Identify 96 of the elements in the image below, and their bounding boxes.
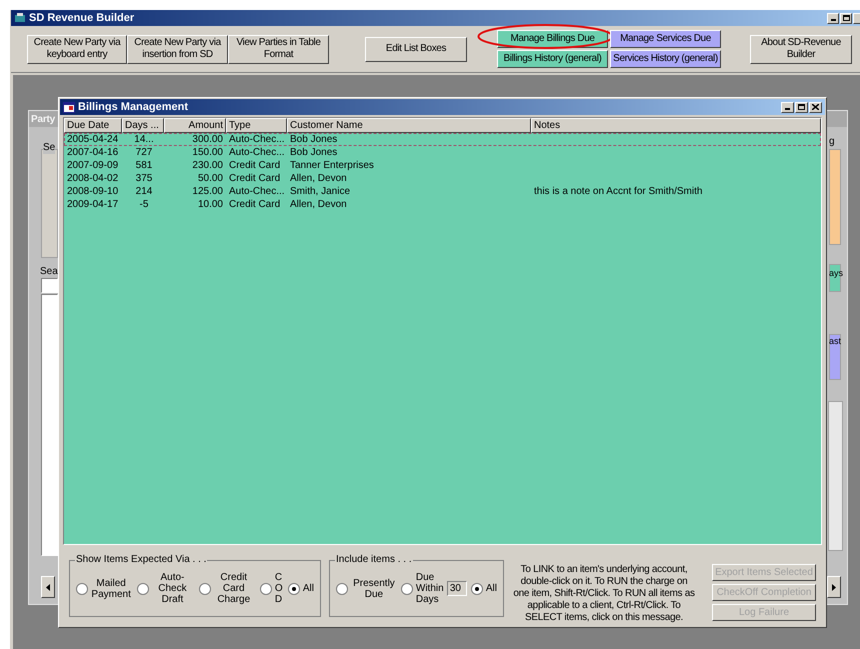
table-cell: 2007-09-09 bbox=[67, 160, 118, 171]
table-row[interactable]: 2008-09-10 214 125.00 Auto-Chec... Smith, Janice this is a note on Accnt for Smith/Smith bbox=[64, 185, 821, 198]
side-panel bbox=[829, 334, 841, 380]
toolbar-button[interactable]: Manage Billings Due bbox=[497, 30, 608, 48]
toolbar-button[interactable]: View Parties in Table Format bbox=[228, 34, 329, 64]
search-label: Sea bbox=[40, 265, 58, 279]
toolbar-button[interactable]: Billings History (general) bbox=[497, 50, 608, 68]
column-header[interactable]: Customer Name bbox=[287, 118, 531, 133]
side-panel bbox=[829, 264, 841, 292]
column-header[interactable]: Type bbox=[226, 118, 287, 133]
minimize-button[interactable] bbox=[827, 12, 839, 24]
table-cell: 230.00 bbox=[192, 160, 223, 171]
minimize-button[interactable] bbox=[781, 102, 794, 112]
panel-label: ays bbox=[829, 268, 844, 279]
table-cell: Smith, Janice bbox=[290, 186, 350, 197]
radio-label: Days bbox=[416, 594, 440, 605]
window-title: SD Revenue Builder bbox=[29, 10, 134, 26]
radio-button[interactable] bbox=[288, 582, 300, 594]
table-cell: Allen, Devon bbox=[290, 199, 347, 210]
toolbar-button[interactable]: Edit List Boxes bbox=[365, 36, 467, 62]
column-header[interactable]: Notes bbox=[531, 118, 821, 133]
column-header[interactable]: Amount bbox=[164, 118, 226, 133]
radio-label: C O D bbox=[274, 572, 282, 605]
table-cell: Auto-Chec... bbox=[229, 147, 285, 158]
table-cell: 727 bbox=[136, 147, 152, 158]
table-row[interactable]: 2007-09-09 581 230.00 Credit Card Tanner Enterprises bbox=[64, 159, 821, 172]
toolbar-button[interactable]: Create New Party via keyboard entry bbox=[27, 34, 127, 64]
table-cell: Allen, Devon bbox=[290, 173, 347, 184]
radio-label: All bbox=[302, 583, 314, 594]
radio-label: Due Within bbox=[416, 572, 444, 594]
table-cell: 214 bbox=[136, 186, 152, 197]
vertical-scrollbar[interactable] bbox=[828, 401, 843, 551]
table-cell: Bob Jones bbox=[290, 147, 338, 158]
radio-button[interactable] bbox=[76, 582, 88, 594]
toolbar-button[interactable]: About SD-Revenue Builder bbox=[750, 34, 852, 64]
radio-button[interactable] bbox=[137, 582, 150, 594]
table-row[interactable]: 2008-04-02 375 50.00 Credit Card Allen, Devon bbox=[64, 172, 821, 185]
group-label: Se bbox=[43, 142, 56, 154]
panel-label: ast bbox=[829, 336, 842, 347]
maximize-button[interactable] bbox=[840, 12, 852, 24]
table-row[interactable]: 2005-04-24 14... 300.00 Auto-Chec... Bob Jones bbox=[64, 133, 821, 146]
table-cell: -5 bbox=[140, 199, 148, 210]
close-icon bbox=[812, 104, 819, 110]
table-cell: Credit Card bbox=[229, 173, 280, 184]
table-cell: Credit Card bbox=[229, 199, 280, 210]
list-box[interactable] bbox=[41, 294, 58, 556]
table-cell: Auto-Chec... bbox=[229, 134, 285, 145]
group-label: g bbox=[829, 136, 835, 148]
table-cell: 300.00 bbox=[192, 134, 223, 145]
radio-button[interactable] bbox=[400, 582, 413, 594]
window-title: Billings Management bbox=[78, 100, 188, 115]
radio-button[interactable] bbox=[336, 582, 348, 594]
app-icon bbox=[14, 12, 26, 24]
right-arrow-icon bbox=[832, 584, 836, 590]
search-field[interactable] bbox=[41, 278, 58, 293]
table-cell: 2008-04-02 bbox=[67, 173, 118, 184]
radio-label: All bbox=[486, 583, 497, 594]
maximize-button[interactable] bbox=[795, 102, 808, 112]
table-cell: 375 bbox=[136, 173, 152, 184]
table-cell: Tanner Enterprises bbox=[290, 160, 374, 171]
table-cell: 2005-04-24 bbox=[67, 134, 118, 145]
radio-button[interactable] bbox=[260, 582, 272, 594]
table-cell: 2008-09-10 bbox=[67, 186, 118, 197]
toolbar-button[interactable]: Manage Services Due bbox=[610, 30, 721, 48]
radio-label: Auto-Check Draft bbox=[157, 572, 188, 605]
radio-label: Credit Card Charge bbox=[216, 572, 252, 605]
toolbar-button[interactable]: Services History (general) bbox=[610, 50, 721, 68]
help-text[interactable]: To LINK to an item's underlying account, double-click on it. To RUN the charge on one item, Shift-Rt/Click. To RUN all items as applicable to a client, Ctrl-Rt/Click. To SELECT items, click on this message. bbox=[512, 564, 696, 624]
table-cell: 125.00 bbox=[192, 186, 223, 197]
table-cell: Credit Card bbox=[229, 160, 280, 171]
toolbar-button[interactable]: Create New Party via insertion from SD bbox=[127, 34, 228, 64]
table-cell: 2007-04-16 bbox=[67, 147, 118, 158]
table-cell: 2009-04-17 bbox=[67, 199, 118, 210]
column-header[interactable]: Due Date bbox=[64, 118, 122, 133]
days-field[interactable]: 30 bbox=[446, 581, 467, 596]
table-row[interactable]: 2007-04-16 727 150.00 Auto-Chec... Bob Jones bbox=[64, 146, 821, 159]
scroll-right-button[interactable] bbox=[827, 576, 841, 598]
left-arrow-icon bbox=[46, 584, 50, 590]
table-icon bbox=[63, 102, 75, 112]
table-cell: this is a note on Accnt for Smith/Smith bbox=[534, 186, 702, 197]
scroll-left-button[interactable] bbox=[41, 576, 55, 598]
column-header[interactable]: Days ... bbox=[122, 118, 164, 133]
table-row[interactable]: 2009-04-17 -5 10.00 Credit Card Allen, Devon bbox=[64, 198, 821, 211]
window-title: Party bbox=[31, 112, 56, 126]
table-cell: Bob Jones bbox=[290, 134, 338, 145]
table-cell: 150.00 bbox=[192, 147, 223, 158]
table-cell: Auto-Chec... bbox=[229, 186, 285, 197]
table-cell: 581 bbox=[136, 160, 152, 171]
radio-label: Presently Due bbox=[352, 578, 396, 600]
table-cell: 10.00 bbox=[198, 199, 223, 210]
group-title: Show Items Expected Via . . . bbox=[75, 553, 208, 566]
table-cell: 50.00 bbox=[198, 173, 223, 184]
radio-label: Mailed Payment bbox=[91, 578, 132, 600]
radio-button[interactable] bbox=[470, 582, 483, 594]
table-cell: 14... bbox=[134, 134, 154, 145]
radio-button[interactable] bbox=[198, 582, 211, 594]
